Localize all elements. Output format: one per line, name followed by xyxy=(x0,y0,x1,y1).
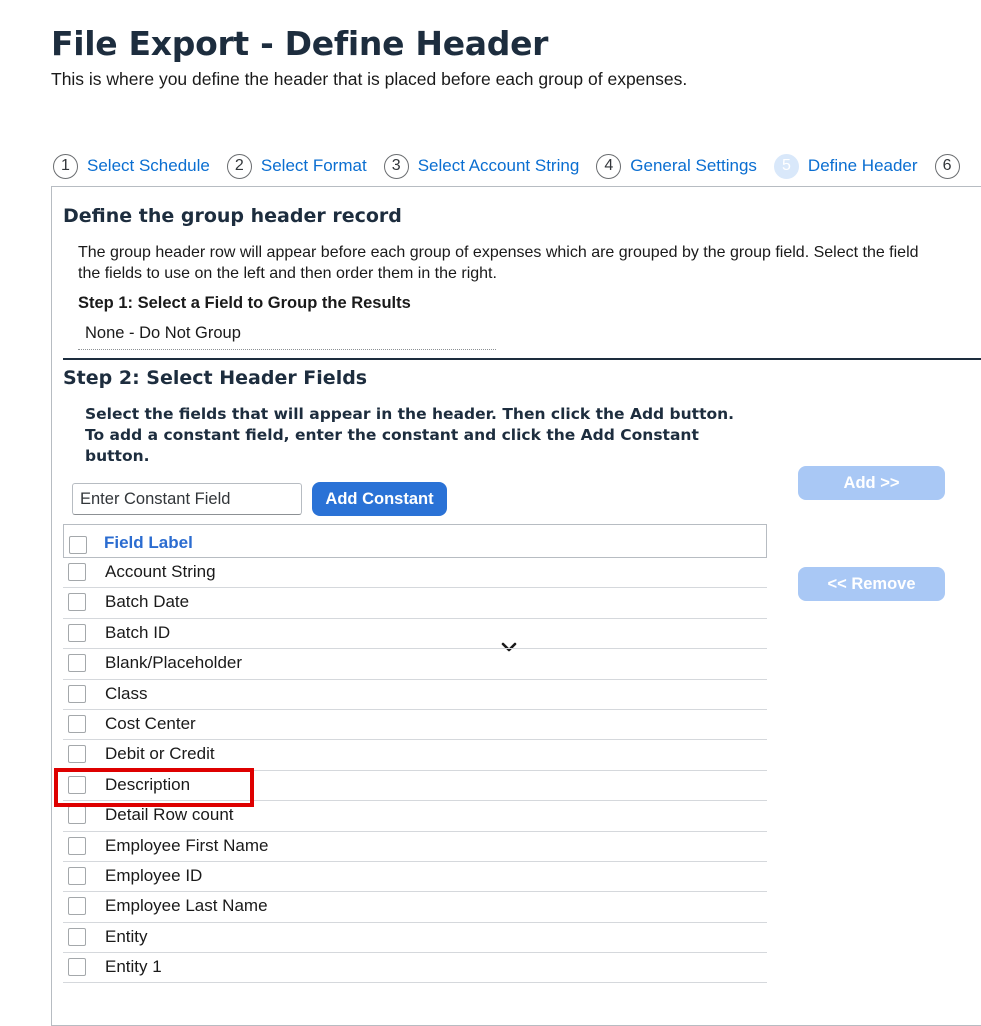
field-label-cell: Batch Date xyxy=(105,592,190,612)
row-checkbox[interactable] xyxy=(68,927,86,946)
table-row[interactable]: Employee ID xyxy=(63,862,767,893)
field-label-cell: Entity 1 xyxy=(105,957,162,977)
row-checkbox[interactable] xyxy=(68,684,86,703)
group-field-label: Step 1: Select a Field to Group the Resu… xyxy=(78,294,411,312)
field-label-cell: Cost Center xyxy=(105,713,196,733)
wizard-step-select-schedule[interactable]: 1 Select Schedule xyxy=(53,153,210,179)
step-label: Define Header xyxy=(807,156,918,175)
wizard-steps: 1 Select Schedule 2 Select Format 3 Sele… xyxy=(53,152,981,180)
step-label: General Settings xyxy=(630,156,757,175)
table-row[interactable]: Employee First Name xyxy=(63,832,767,862)
table-row[interactable]: Batch Date xyxy=(63,588,767,619)
field-label-cell: Debit or Credit xyxy=(105,744,215,764)
instruction-line: Select the fields that will appear in th… xyxy=(85,405,735,423)
field-label-column-header[interactable]: Field Label xyxy=(104,533,193,553)
field-label-cell: Account String xyxy=(105,562,216,581)
step-label: Select Account String xyxy=(417,156,580,175)
step-label: Select Format xyxy=(260,156,367,175)
table-row[interactable]: Entity 1 xyxy=(63,953,767,984)
field-list-table: Field Label Account String Batch Date Ba… xyxy=(63,524,767,984)
row-checkbox[interactable] xyxy=(68,836,86,855)
group-field-select-value: None - Do Not Group xyxy=(85,324,241,342)
table-row[interactable]: Cost Center xyxy=(63,710,767,741)
step-number: 5 xyxy=(773,153,799,179)
instruction-line: To add a constant field, enter the const… xyxy=(85,426,699,444)
wizard-step-general-settings[interactable]: 4 General Settings xyxy=(596,153,757,179)
field-label-cell: Class xyxy=(105,683,148,703)
field-label-cell: Batch ID xyxy=(105,622,171,642)
table-row[interactable]: Batch ID xyxy=(63,619,767,650)
row-checkbox[interactable] xyxy=(68,897,86,916)
header-fields-instructions: Select the fields that will appear in th… xyxy=(85,404,745,467)
table-row-description[interactable]: Description xyxy=(63,771,767,802)
field-label-cell: Blank/Placeholder xyxy=(105,653,243,673)
page-subtitle: This is where you define the header that… xyxy=(51,69,688,89)
step-number: 3 xyxy=(383,153,409,179)
field-label-cell: Description xyxy=(105,774,191,794)
step-number: 1 xyxy=(53,153,78,179)
add-button[interactable]: Add >> xyxy=(798,466,945,500)
table-row[interactable]: Class xyxy=(63,680,767,710)
row-checkbox[interactable] xyxy=(68,775,86,794)
row-checkbox[interactable] xyxy=(68,654,86,673)
wizard-step-define-header[interactable]: 5 Define Header xyxy=(773,153,918,179)
field-label-cell: Entity xyxy=(105,926,148,946)
row-checkbox[interactable] xyxy=(68,745,86,764)
group-header-description: The group header row will appear before … xyxy=(78,242,981,284)
table-header: Field Label xyxy=(63,524,767,558)
header-fields-section-title: Step 2: Select Header Fields xyxy=(63,367,368,389)
step-label: Select Schedule xyxy=(87,156,210,175)
table-row[interactable]: Employee Last Name xyxy=(63,892,767,923)
select-all-checkbox[interactable] xyxy=(69,536,87,554)
step-number: 4 xyxy=(596,153,622,179)
description-line: The group header row will appear before … xyxy=(78,244,919,261)
wizard-step-select-account-string[interactable]: 3 Select Account String xyxy=(383,153,580,179)
row-checkbox[interactable] xyxy=(68,714,86,733)
field-label-cell: Employee First Name xyxy=(105,835,269,855)
row-checkbox[interactable] xyxy=(68,563,86,581)
step-number: 2 xyxy=(226,153,252,179)
table-row[interactable]: Debit or Credit xyxy=(63,740,767,771)
section-divider xyxy=(63,358,981,360)
row-checkbox[interactable] xyxy=(68,806,86,825)
description-line: the fields to use on the left and then o… xyxy=(78,265,497,282)
field-label-cell: Employee ID xyxy=(105,865,203,885)
field-label-cell: Employee Last Name xyxy=(105,896,268,916)
table-row[interactable]: Entity xyxy=(63,923,767,954)
table-row[interactable]: Account String xyxy=(63,558,767,589)
wizard-step-6[interactable]: 6 xyxy=(934,153,969,179)
page-title: File Export - Define Header xyxy=(51,24,549,63)
wizard-step-select-format[interactable]: 2 Select Format xyxy=(226,153,367,179)
table-row[interactable]: Detail Row count xyxy=(63,801,767,832)
row-checkbox[interactable] xyxy=(68,958,86,977)
add-constant-button[interactable]: Add Constant xyxy=(312,482,447,516)
row-checkbox[interactable] xyxy=(68,866,86,885)
table-row[interactable]: Blank/Placeholder xyxy=(63,649,767,680)
group-field-select[interactable]: None - Do Not Group xyxy=(78,320,517,652)
row-checkbox[interactable] xyxy=(68,623,86,642)
step-number: 6 xyxy=(934,153,960,179)
group-header-section-title: Define the group header record xyxy=(63,205,402,227)
field-label-cell: Detail Row count xyxy=(105,805,234,825)
row-checkbox[interactable] xyxy=(68,593,86,612)
constant-field-input[interactable] xyxy=(72,483,302,515)
remove-button[interactable]: << Remove xyxy=(798,567,945,601)
instruction-line: button. xyxy=(85,447,150,465)
